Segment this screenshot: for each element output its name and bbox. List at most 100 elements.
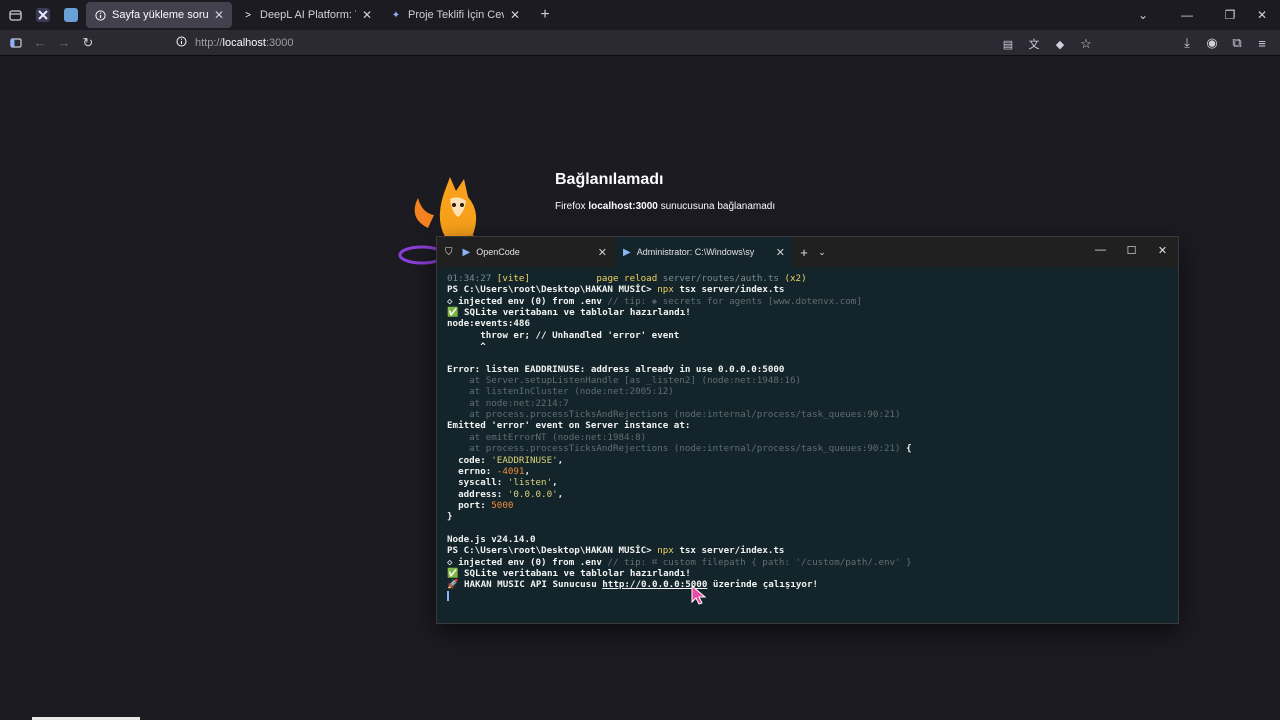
terminal-text: page reload [596,273,663,284]
terminal-line: errno: -4091, [447,466,1168,477]
tab-label: Sayfa yükleme sorunu [112,9,208,21]
terminal-line: PS C:\Users\root\Desktop\HAKAN MUSİC> np… [447,284,1168,295]
powershell-icon: ▶ [462,246,471,258]
close-icon[interactable]: ✕ [598,246,607,259]
terminal-text: at emitErrorNT (node:net:1984:8) [447,431,647,443]
tab-overview-icon[interactable] [0,0,30,30]
terminal-tab-bar: ⛉ ▶ OpenCode ✕ ▶ Administrator: C:\Windo… [437,237,1178,267]
terminal-text: syscall: [447,477,508,489]
terminal-text: 'listen' [507,477,553,489]
terminal-text: ✅ SQLite veritabanı ve tablolar hazırlan… [447,307,691,319]
close-icon[interactable]: ✕ [214,8,224,22]
gemini-icon: ✦ [391,9,401,21]
desc-prefix: Firefox [555,201,589,212]
close-window-icon[interactable]: ✕ [1147,237,1178,263]
terminal-line: address: '0.0.0.0', [447,489,1168,500]
forward-icon[interactable]: → [52,31,76,55]
deepl-icon: > [245,9,251,21]
terminal-line: at emitErrorNT (node:net:1984:8) [447,432,1168,443]
url-text[interactable]: http://localhost:3000 [195,37,293,49]
terminal-tab-admin[interactable]: ▶ Administrator: C:\Windows\sy ✕ [615,237,793,267]
terminal-text: at node:net:2214:7 [447,397,569,409]
pinned-tab-x[interactable] [32,4,54,26]
terminal-line: ◇ injected env (0) from .env // tip: ◈ s… [447,296,1168,307]
reader-icon[interactable]: ▤ [996,32,1020,56]
terminal-text: ◇ injected env (0) from .env [447,556,608,568]
chevron-down-icon[interactable]: ⌄ [1128,0,1158,30]
bookmark-star-icon[interactable]: ☆ [1074,32,1098,56]
restore-icon[interactable]: ❐ [1216,0,1244,30]
terminal-window: ⛉ ▶ OpenCode ✕ ▶ Administrator: C:\Windo… [436,236,1179,624]
close-icon[interactable]: ✕ [362,8,372,22]
terminal-line: ✅ SQLite veritabanı ve tablolar hazırlan… [447,568,1168,579]
terminal-line: port: 5000 [447,500,1168,511]
terminal-text: , [524,465,531,477]
maximize-icon[interactable]: ☐ [1116,237,1147,263]
account-icon[interactable]: ◉ [1200,31,1224,55]
terminal-text: at process.processTicksAndRejections (no… [447,443,901,455]
terminal-output[interactable]: 01:34:27 [vite] page reload server/route… [437,267,1178,623]
close-icon[interactable]: ✕ [776,246,785,259]
desc-host: localhost:3000 [588,201,658,212]
terminal-text: port: [447,499,492,511]
terminal-text: '0.0.0.0' [507,488,558,500]
close-icon[interactable]: ✕ [510,8,520,22]
browser-tab-deepl[interactable]: > DeepL AI Platform: Translation, ✕ [234,2,380,28]
minimize-icon[interactable]: — [1158,0,1216,30]
translate-icon[interactable]: 文 [1022,32,1046,56]
terminal-line: ◇ injected env (0) from .env // tip: ⌘ c… [447,557,1168,568]
reload-icon[interactable]: ↻ [76,31,100,55]
terminal-text: npx [657,284,680,296]
url-scheme: http:// [195,37,223,49]
url-host: localhost [222,37,266,49]
minimize-icon[interactable]: — [1085,237,1116,263]
terminal-prompt-line [447,591,1168,602]
terminal-text: , [552,477,558,489]
terminal-text: } [447,511,453,523]
back-icon[interactable]: ← [28,31,52,55]
terminal-text: Emitted 'error' event on Server instance… [447,420,691,432]
download-icon[interactable]: ⤓ [1175,31,1199,55]
terminal-line: 01:34:27 [vite] page reload server/route… [447,273,1168,284]
text-cursor [447,591,449,602]
terminal-tab-opencode[interactable]: ⛉ ▶ OpenCode ✕ [437,237,615,267]
terminal-line: PS C:\Users\root\Desktop\HAKAN MUSİC> np… [447,545,1168,556]
info-icon [94,9,106,21]
terminal-text: 01:34:27 [447,273,497,284]
terminal-text: 'EADDRINUSE' [491,454,558,466]
terminal-text: PS C:\Users\root\Desktop\HAKAN MUSİC> [447,284,658,296]
tab-label: Proje Teklifi İçin Cevap Senaryol [408,9,504,21]
chevron-down-icon[interactable]: ⌄ [815,247,829,258]
shield-icon[interactable] [176,36,187,50]
navigation-bar: ← → ↻ http://localhost:3000 ▤ 文 ◆ ☆ ⤓ ◉ … [0,30,1280,56]
terminal-text: code: [447,454,492,466]
terminal-line: at process.processTicksAndRejections (no… [447,443,1168,454]
terminal-text: at Server.setupListenHandle [as _listen2… [447,375,802,387]
window-controls: ⌄ — ❐ ✕ [1128,0,1280,30]
sidebar-icon[interactable] [4,31,28,55]
browser-tab-active[interactable]: Sayfa yükleme sorunu ✕ [86,2,232,28]
browser-tab-proje[interactable]: ✦ Proje Teklifi İçin Cevap Senaryol ✕ [382,2,528,28]
extensions-icon[interactable]: ⧉ [1225,31,1249,55]
terminal-text: at process.processTicksAndRejections (no… [447,409,901,421]
url-bar[interactable]: http://localhost:3000 [176,32,1106,54]
terminal-text: 🚀 HAKAN MUSIC API Sunucusu [447,579,603,591]
terminal-text: ✅ SQLite veritabanı ve tablolar hazırlan… [447,567,691,579]
terminal-text: { [900,443,912,455]
tab-label: DeepL AI Platform: Translation, [260,9,356,21]
terminal-text: , [557,488,564,500]
close-window-icon[interactable]: ✕ [1244,0,1280,30]
new-terminal-tab-icon[interactable]: + [793,245,815,260]
terminal-text: throw er; // Unhandled 'error' event [447,329,680,341]
menu-icon[interactable]: ≡ [1250,31,1274,55]
terminal-text: node:events:486 [447,318,530,330]
terminal-text: server/routes/auth.ts [662,273,779,284]
terminal-text: address: [447,488,508,500]
terminal-line: at node:net:2214:7 [447,398,1168,409]
browser-tab-bar: Sayfa yükleme sorunu ✕ > DeepL AI Platfo… [0,0,1280,30]
new-tab-icon[interactable]: + [530,0,560,30]
terminal-text: -4091 [496,465,525,477]
extension-badge-icon[interactable]: ◆ [1048,32,1072,56]
pinned-tab-app[interactable] [60,4,82,26]
terminal-tab-label: OpenCode [476,247,520,257]
